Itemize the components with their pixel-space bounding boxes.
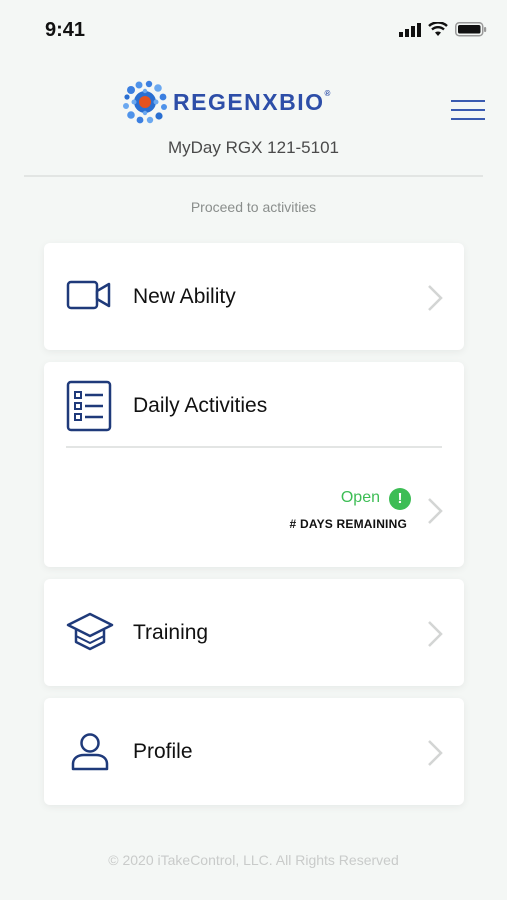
card-label: New Ability [133, 285, 236, 308]
regenxbio-logo-mark-icon [123, 80, 167, 124]
copyright-footer: © 2020 iTakeControl, LLC. All Rights Res… [108, 852, 399, 868]
hamburger-line-icon [451, 109, 485, 111]
header-divider [24, 175, 483, 177]
status-open: Open [340, 489, 380, 506]
study-title: MyDay RGX 121-5101 [167, 138, 340, 157]
status-time: 9:41 [45, 19, 86, 41]
status-icons [399, 22, 487, 37]
days-remaining: # DAYS REMAINING [289, 517, 407, 531]
card-divider [66, 446, 442, 448]
user-icon [71, 733, 109, 771]
signal-icon [399, 22, 421, 37]
menu-button[interactable] [451, 100, 485, 124]
chevron-right-icon [428, 498, 443, 524]
graduation-cap-icon [66, 612, 114, 651]
card-daily-activities[interactable]: Daily Activities Open ! # DAYS REMAINING [44, 362, 464, 567]
hamburger-line-icon [451, 118, 485, 120]
card-label: Training [133, 621, 209, 644]
card-profile[interactable]: Profile [44, 698, 464, 805]
checklist-icon [66, 380, 112, 432]
brand-logo: REGENXBIO® [123, 80, 332, 124]
proceed-prompt: Proceed to activities [190, 199, 317, 215]
brand-wordmark: REGENXBIO® [173, 88, 332, 115]
battery-icon [455, 22, 487, 37]
chevron-right-icon [428, 740, 443, 766]
hamburger-line-icon [451, 100, 485, 102]
chevron-right-icon [428, 285, 443, 311]
wifi-icon [428, 22, 448, 36]
card-label: Daily Activities [133, 394, 268, 417]
status-bar: 9:41 [0, 0, 507, 62]
card-training[interactable]: Training [44, 579, 464, 686]
alert-icon: ! [389, 488, 411, 510]
header: REGENXBIO® MyDay RGX 121-5101 [0, 70, 507, 180]
chevron-right-icon [428, 621, 443, 647]
video-camera-icon [66, 280, 111, 310]
card-label: Profile [133, 740, 193, 763]
card-new-ability[interactable]: New Ability [44, 243, 464, 350]
